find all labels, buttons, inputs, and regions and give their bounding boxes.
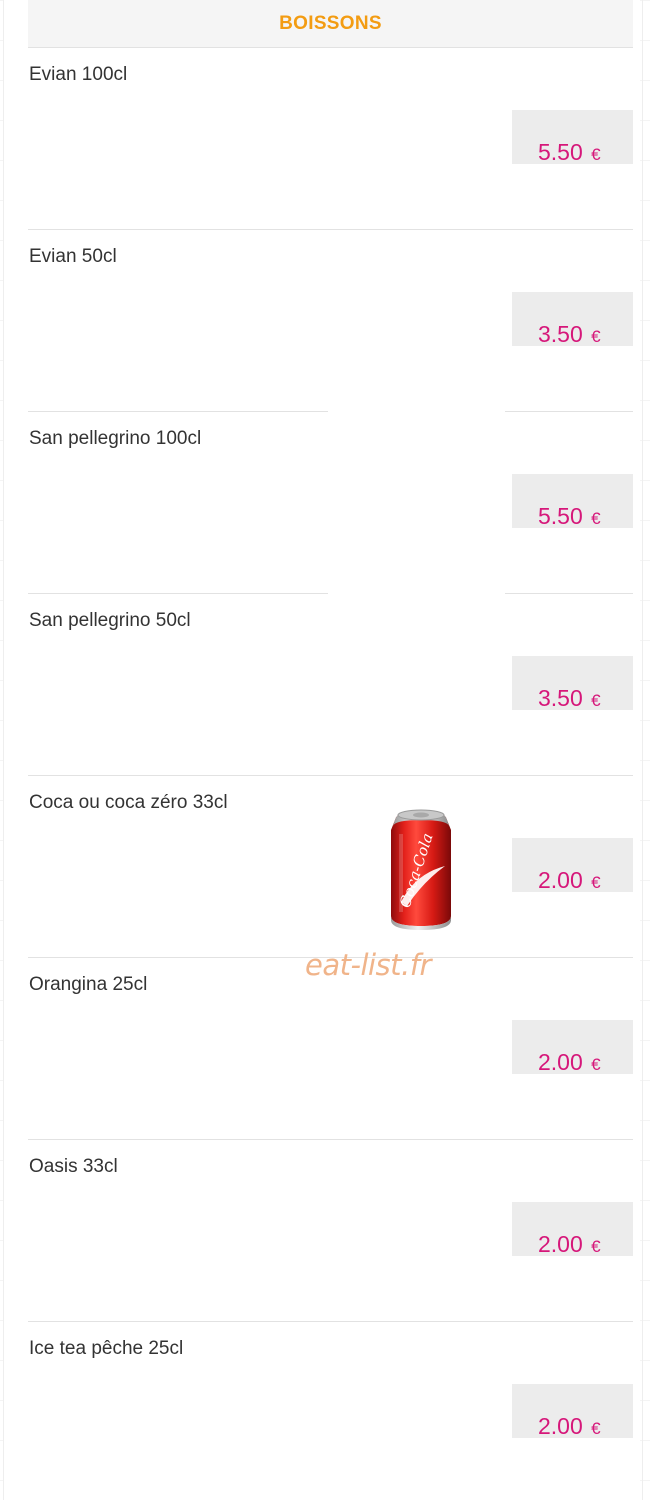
price-box: 2.00 € [512,1202,633,1256]
item-name: Evian 100cl [29,64,128,85]
item-name: San pellegrino 50cl [29,610,191,631]
item-price: 3.50 € [538,685,601,711]
item-price: 2.00 € [538,1049,601,1075]
item-name: Coca ou coca zéro 33cl [29,792,228,813]
menu-item-orangina-25cl[interactable]: Orangina 25cl 2.00 € [28,958,633,1140]
menu-item-oasis-33cl[interactable]: Oasis 33cl 2.00 € [28,1140,633,1322]
item-name: Orangina 25cl [29,974,148,995]
currency-symbol: € [591,1419,601,1438]
coca-cola-can-icon: Coca-Cola [391,809,451,930]
item-price: 5.50 € [538,503,601,529]
menu-item-ice-tea-peche-25cl[interactable]: Ice tea pêche 25cl 2.00 € [28,1322,633,1500]
currency-symbol: € [591,873,601,892]
item-name: Oasis 33cl [29,1156,118,1177]
price-box: 2.00 € [512,1020,633,1074]
menu-item-evian-50cl[interactable]: Evian 50cl 3.50 € [28,230,633,412]
page-edge-left [0,0,4,1500]
section-header: BOISSONS [28,0,633,48]
item-name: Ice tea pêche 25cl [29,1338,184,1359]
item-name: San pellegrino 100cl [29,428,202,449]
price-box: 2.00 € [512,1384,633,1438]
item-price: 2.00 € [538,1231,601,1257]
currency-symbol: € [591,509,601,528]
page-edge-right [640,0,650,1500]
price-box: 3.50 € [512,656,633,710]
price-box: 5.50 € [512,474,633,528]
item-price: 2.00 € [538,867,601,893]
price-box: 3.50 € [512,292,633,346]
section-title: BOISSONS [279,12,382,34]
menu-item-san-pellegrino-50cl[interactable]: San pellegrino 50cl 3.50 € [28,594,633,776]
item-price: 3.50 € [538,321,601,347]
currency-symbol: € [591,1055,601,1074]
currency-symbol: € [591,145,601,164]
drinks-menu: BOISSONS Evian 100cl 5.50 € Evian 50cl 3… [28,0,633,1500]
item-price: 5.50 € [538,139,601,165]
currency-symbol: € [591,327,601,346]
item-price: 2.00 € [538,1413,601,1439]
currency-symbol: € [591,691,601,710]
price-box: 2.00 € [512,838,633,892]
menu-item-evian-100cl[interactable]: Evian 100cl 5.50 € [28,48,633,230]
item-name: Evian 50cl [29,246,117,267]
price-box: 5.50 € [512,110,633,164]
menu-item-coca-cola-33cl[interactable]: Coca ou coca zéro 33cl Coca-Cola eat-lis… [28,776,633,982]
menu-item-san-pellegrino-100cl[interactable]: San pellegrino 100cl 5.50 € [28,412,633,594]
currency-symbol: € [591,1237,601,1256]
